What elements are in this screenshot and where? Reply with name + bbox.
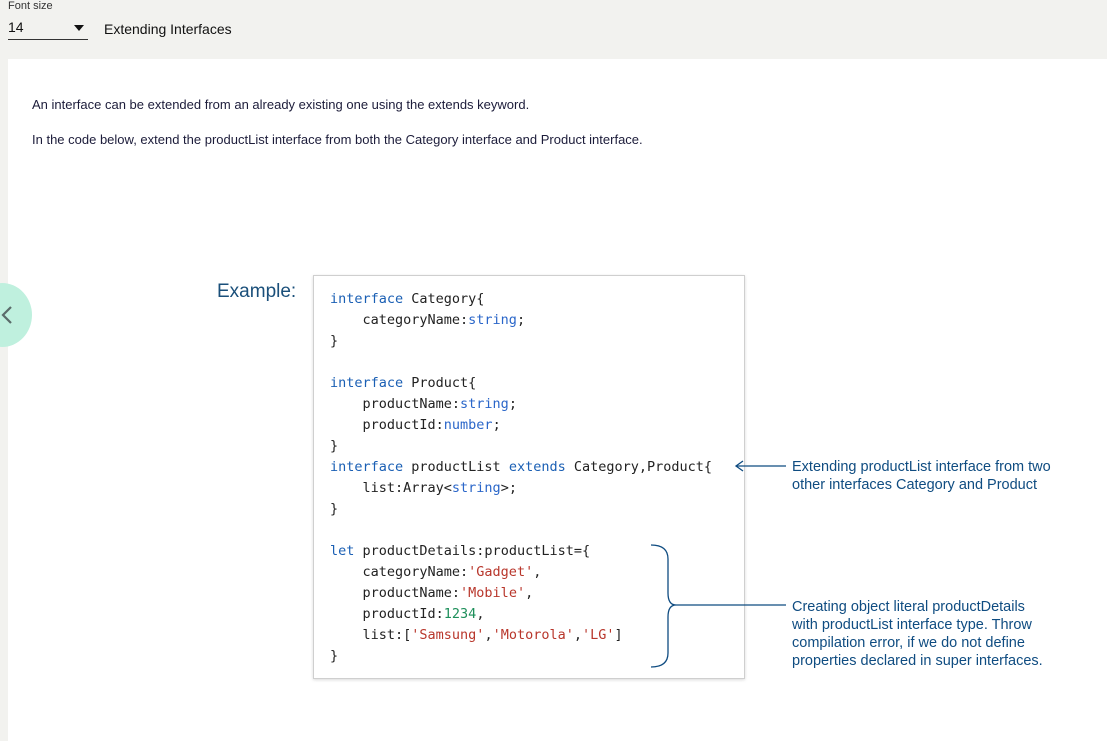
literal-annotation: Creating object literal productDetails w… bbox=[792, 598, 1043, 670]
code-line: categoryName:'Gadget', bbox=[330, 564, 542, 580]
code-line: productName:'Mobile', bbox=[330, 585, 534, 601]
annotation-line: with productList interface type. Throw bbox=[792, 617, 1032, 633]
font-size-value: 14 bbox=[8, 19, 24, 35]
code-block: interface Category{ categoryName:string;… bbox=[330, 289, 712, 667]
code-line: interface Category{ bbox=[330, 291, 485, 307]
intro-paragraph: An interface can be extended from an alr… bbox=[32, 97, 530, 112]
annotation-line: compilation error, if we do not define bbox=[792, 635, 1025, 651]
code-line: } bbox=[330, 501, 339, 517]
annotation-line: Extending productList interface from two bbox=[792, 459, 1051, 475]
code-line: } bbox=[330, 333, 339, 349]
font-size-label: Font size bbox=[8, 0, 53, 12]
lesson-content: An interface can be extended from an alr… bbox=[8, 59, 1107, 741]
extends-annotation: Extending productList interface from two… bbox=[792, 458, 1051, 494]
code-line: productId:number; bbox=[330, 417, 501, 433]
code-example: interface Category{ categoryName:string;… bbox=[313, 275, 745, 679]
annotation-line: properties declared in super interfaces. bbox=[792, 653, 1043, 669]
example-label: Example: bbox=[217, 281, 297, 302]
caret-down-icon bbox=[74, 25, 84, 31]
annotation-line: other interfaces Category and Product bbox=[792, 477, 1038, 493]
instruction-paragraph: In the code below, extend the productLis… bbox=[32, 132, 643, 147]
font-size-select[interactable]: 14 bbox=[8, 17, 88, 40]
top-toolbar: Font size 14 Extending Interfaces bbox=[0, 0, 1107, 58]
code-line: } bbox=[330, 438, 339, 454]
page-title: Extending Interfaces bbox=[104, 21, 232, 37]
code-line: } bbox=[330, 648, 339, 664]
code-line: interface Product{ bbox=[330, 375, 477, 391]
annotation-line: Creating object literal productDetails bbox=[792, 599, 1025, 615]
code-line: interface productList extends Category,P… bbox=[330, 459, 713, 475]
code-line: list:['Samsung','Motorola','LG'] bbox=[330, 627, 623, 643]
code-line: productName:string; bbox=[330, 396, 517, 412]
code-line: productId:1234, bbox=[330, 606, 485, 622]
code-line: list:Array<string>; bbox=[330, 480, 517, 496]
code-line: categoryName:string; bbox=[330, 312, 526, 328]
code-line: let productDetails:productList={ bbox=[330, 543, 591, 559]
chevron-left-icon bbox=[1, 306, 12, 324]
